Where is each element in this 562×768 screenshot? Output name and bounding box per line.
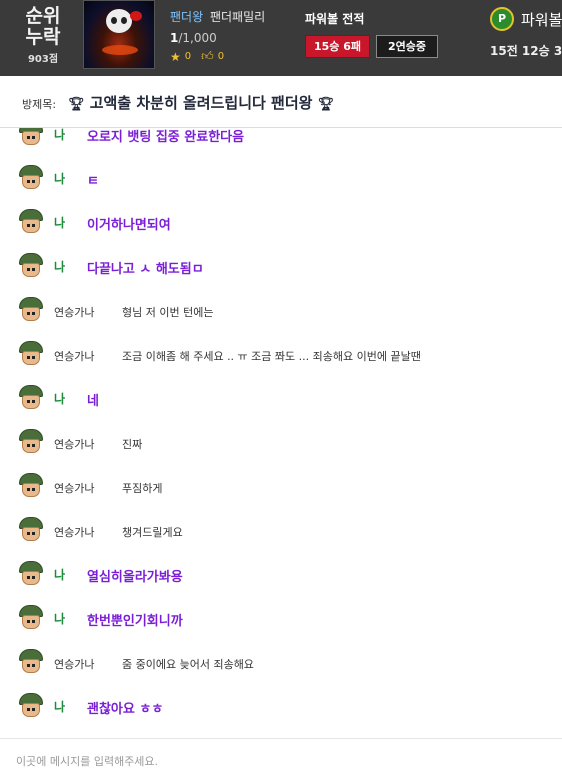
room-title-bar: 방제목: 🏆︎ 고액출 차분히 올려드립니다 팬더왕 🏆︎ bbox=[0, 76, 562, 128]
user-stats: ★ 0 👍︎ 0 bbox=[170, 49, 265, 64]
soldier-avatar-icon[interactable] bbox=[18, 253, 44, 279]
message-sender[interactable]: 연승가나 bbox=[54, 436, 94, 452]
chat-message: 연승가나 형님 저 이번 턴에는 bbox=[0, 296, 562, 326]
powerball-icon: P bbox=[490, 7, 514, 31]
message-sender[interactable]: 연승가나 bbox=[54, 656, 94, 672]
room-title-text: 고액출 차분히 올려드립니다 팬더왕 bbox=[89, 94, 313, 112]
soldier-avatar-icon[interactable] bbox=[18, 693, 44, 719]
message-text: ㅌ bbox=[87, 174, 99, 189]
chat-message: 나 열심히올라가봐용 bbox=[0, 560, 562, 590]
record-title: 파워볼 전적 bbox=[305, 12, 365, 26]
chat-message: 연승가나 푸짐하게 bbox=[0, 472, 562, 502]
message-text: 열심히올라가봐용 bbox=[87, 570, 183, 585]
powerball-label: 파워볼 bbox=[521, 11, 562, 29]
chat-message: 나 괜찮아요 ㅎㅎ bbox=[0, 692, 562, 722]
chat-message: 나 다끝나고 ㅅ 해도됨ㅁ bbox=[0, 252, 562, 282]
record-badge: 15승 6패 bbox=[305, 35, 370, 58]
chat-message: 나 오로지 뱃팅 집중 완료한다음 bbox=[0, 128, 562, 150]
message-text: 한번뿐인기회니까 bbox=[87, 614, 183, 629]
soldier-avatar-icon[interactable] bbox=[18, 128, 44, 147]
message-sender[interactable]: 나 bbox=[54, 128, 65, 143]
user-nickname[interactable]: 팬더왕 bbox=[170, 10, 203, 24]
soldier-avatar-icon[interactable] bbox=[18, 473, 44, 499]
like-stat: 👍︎ 0 bbox=[201, 49, 224, 64]
message-sender[interactable]: 나 bbox=[54, 214, 65, 231]
message-sender[interactable]: 나 bbox=[54, 170, 65, 187]
user-family: 팬더패밀리 bbox=[209, 10, 266, 24]
star-count: 0 bbox=[184, 51, 192, 62]
rank-label-2: 누락 bbox=[25, 26, 61, 48]
soldier-avatar-icon[interactable] bbox=[18, 297, 44, 323]
skull-graphic bbox=[106, 9, 132, 33]
message-sender[interactable]: 나 bbox=[54, 390, 65, 407]
fire-graphic bbox=[102, 45, 138, 55]
user-info: 팬더왕 팬더패밀리 1/1,000 ★ 0 👍︎ 0 bbox=[170, 8, 265, 64]
chat-message: 연승가나 진짜 bbox=[0, 428, 562, 458]
soldier-avatar-icon[interactable] bbox=[18, 561, 44, 587]
message-text: 다끝나고 ㅅ 해도됨ㅁ bbox=[87, 262, 204, 277]
trophy-icon: 🏆︎ bbox=[317, 97, 335, 112]
message-text: 줌 중이에요 늦어서 죄송해요 bbox=[122, 658, 254, 671]
powerball-record: 15전 12승 3 bbox=[490, 44, 562, 58]
message-text: 오로지 뱃팅 집중 완료한다음 bbox=[87, 130, 245, 145]
message-sender[interactable]: 연승가나 bbox=[54, 348, 94, 364]
message-text: 조금 이해좀 해 주세요 .. ㅠ 조금 쫘도 ... 죄송해요 이번에 끝날땐 bbox=[122, 350, 421, 363]
message-text: 진짜 bbox=[122, 438, 143, 451]
message-sender[interactable]: 연승가나 bbox=[54, 524, 94, 540]
chat-message: 연승가나 줌 중이에요 늦어서 죄송해요 bbox=[0, 648, 562, 678]
message-text: 네 bbox=[87, 394, 99, 409]
message-sender[interactable]: 연승가나 bbox=[54, 304, 94, 320]
chat-message-list[interactable]: 나 오로지 뱃팅 집중 완료한다음 나 ㅌ 나 이거하나면되여 나 다끝나고 ㅅ 해도됨ㅁ 연승… bbox=[0, 128, 562, 738]
soldier-avatar-icon[interactable] bbox=[18, 165, 44, 191]
rank-label-1: 순위 bbox=[25, 5, 61, 27]
like-count: 0 bbox=[217, 51, 225, 62]
chat-message: 나 한번뿐인기회니까 bbox=[0, 604, 562, 634]
chat-input-bar bbox=[0, 738, 562, 768]
room-title-label: 방제목: bbox=[22, 98, 57, 111]
soldier-avatar-icon[interactable] bbox=[18, 649, 44, 675]
message-sender[interactable]: 나 bbox=[54, 698, 65, 715]
soldier-avatar-icon[interactable] bbox=[18, 429, 44, 455]
room-title: 🏆︎ 고액출 차분히 올려드립니다 팬더왕 🏆︎ bbox=[68, 92, 334, 113]
chat-input[interactable] bbox=[16, 751, 546, 768]
soldier-avatar-icon[interactable] bbox=[18, 385, 44, 411]
member-count-total: /1,000 bbox=[178, 31, 217, 45]
message-sender[interactable]: 나 bbox=[54, 258, 65, 275]
star-icon: ★ bbox=[170, 49, 181, 64]
profile-header: 순위 누락 903점 팬더왕 팬더패밀리 1/1,000 ★ 0 👍︎ 0 파워… bbox=[0, 0, 562, 76]
message-text: 이거하나면되여 bbox=[87, 218, 171, 233]
member-count: 1/1,000 bbox=[170, 31, 265, 45]
chat-message: 연승가나 챙겨드릴게요 bbox=[0, 516, 562, 546]
message-sender[interactable]: 나 bbox=[54, 610, 65, 627]
message-sender[interactable]: 나 bbox=[54, 566, 65, 583]
chat-message: 나ㅌ bbox=[0, 164, 562, 194]
message-text: 푸짐하게 bbox=[122, 482, 163, 495]
message-text: 괜찮아요 ㅎㅎ bbox=[87, 702, 164, 717]
trophy-icon: 🏆︎ bbox=[68, 97, 85, 112]
message-sender[interactable]: 연승가나 bbox=[54, 480, 94, 496]
soldier-avatar-icon[interactable] bbox=[18, 517, 44, 543]
chat-message: 나네 bbox=[0, 384, 562, 414]
chat-message: 연승가나 조금 이해좀 해 주세요 .. ㅠ 조금 쫘도 ... 죄송해요 이번에… bbox=[0, 340, 562, 370]
chat-message: 나 이거하나면되여 bbox=[0, 208, 562, 238]
rose-graphic bbox=[130, 11, 142, 21]
thumbs-up-icon: 👍︎ bbox=[201, 49, 214, 63]
soldier-avatar-icon[interactable] bbox=[18, 341, 44, 367]
rank-score: 903점 bbox=[27, 54, 59, 65]
message-text: 형님 저 이번 턴에는 bbox=[122, 306, 214, 319]
streak-badge: 2연승중 bbox=[376, 35, 438, 58]
soldier-avatar-icon[interactable] bbox=[18, 209, 44, 235]
message-text: 챙겨드릴게요 bbox=[122, 526, 183, 539]
profile-image[interactable] bbox=[83, 0, 155, 69]
soldier-avatar-icon[interactable] bbox=[18, 605, 44, 631]
rank-block: 순위 누락 903점 bbox=[14, 5, 72, 66]
star-stat: ★ 0 bbox=[170, 50, 191, 64]
